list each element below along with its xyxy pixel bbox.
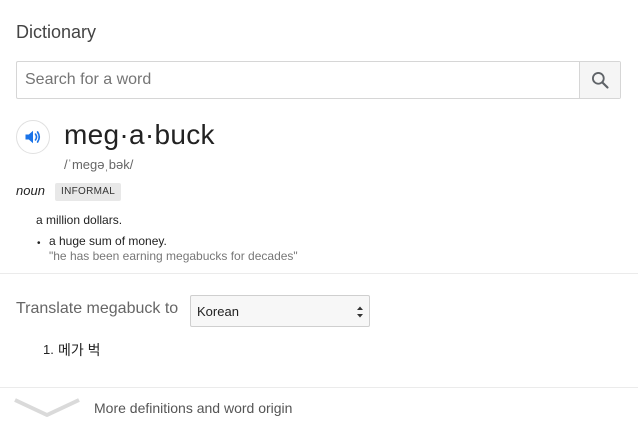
definition-1: a million dollars. [36,213,123,227]
dictionary-card: Dictionary meg·a·buck /ˈmeɡəˌbək/ noun I… [0,0,638,428]
language-select[interactable]: Korean [190,295,370,327]
translate-label: Translate megabuck to [16,300,179,317]
divider [0,387,638,388]
search-icon [592,72,609,89]
speaker-icon [25,130,41,144]
translation-number: 1. [43,342,54,357]
register-badge: INFORMAL [55,183,122,201]
search-box [16,61,621,99]
definition-bullet: • [37,238,41,249]
language-select-value: Korean [197,304,239,319]
pronunciation-audio-button[interactable] [16,120,50,154]
select-arrows-icon [357,306,363,318]
pronunciation: /ˈmeɡəˌbək/ [64,157,134,172]
usage-example: "he has been earning megabucks for decad… [49,249,298,263]
search-input[interactable] [17,62,580,98]
headword: meg·a·buck [64,119,215,150]
translation-result: 메가 벅 [58,342,101,358]
divider [0,273,638,274]
card-title: Dictionary [16,22,97,42]
part-of-speech: noun [16,183,45,198]
more-definitions-link[interactable]: More definitions and word origin [94,400,292,416]
search-button[interactable] [579,62,620,98]
definition-2: a huge sum of money. [49,234,167,248]
chevron-down-icon[interactable] [13,396,81,420]
